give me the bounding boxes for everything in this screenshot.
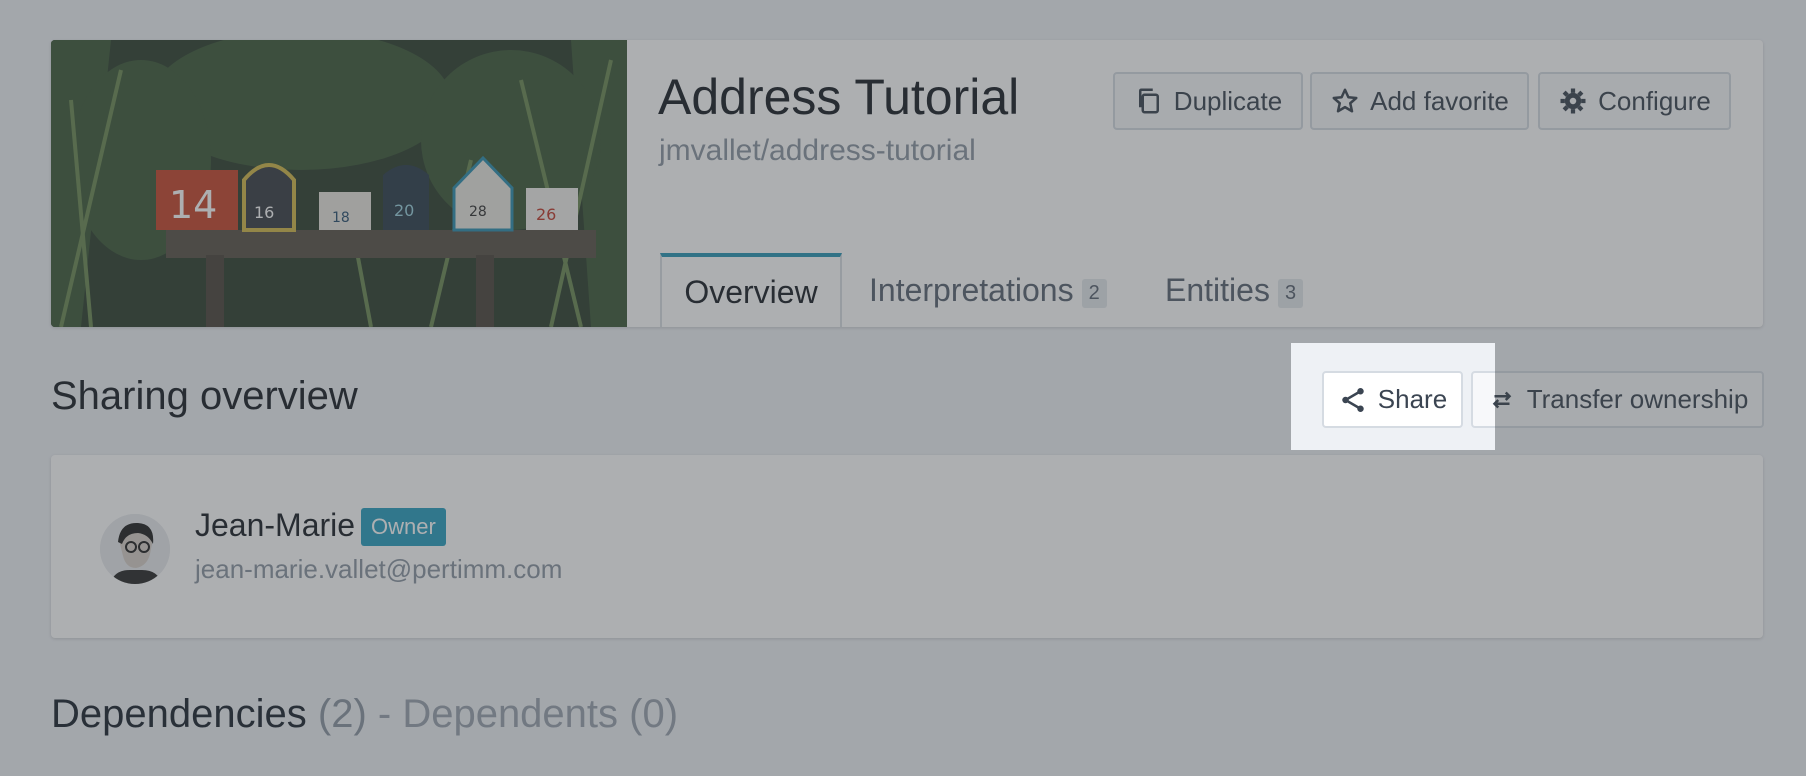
- tab-interpretations-label: Interpretations: [869, 271, 1074, 308]
- copy-icon: [1138, 88, 1159, 114]
- duplicate-label: Duplicate: [1173, 85, 1283, 116]
- tab-entities-label: Entities: [1165, 271, 1270, 308]
- mailbox-number: 20: [394, 201, 414, 220]
- tab-overview-label: Overview: [684, 273, 818, 310]
- dependents-label: Dependents: [402, 692, 619, 736]
- mailboxes-illustration: 14 16 18 20 28 26: [51, 40, 627, 327]
- user-email: jean-marie.vallet@pertimm.com: [195, 554, 563, 584]
- add-favorite-button[interactable]: Add favorite: [1310, 72, 1529, 130]
- dependencies-heading: Dependencies (2) - Dependents (0): [51, 692, 678, 737]
- mailbox-number: 28: [469, 204, 487, 220]
- dependents-count: (0): [629, 692, 679, 736]
- share-button[interactable]: Share: [1322, 371, 1463, 428]
- agent-header-card: 14 16 18 20 28 26 Address Tutorial jmval…: [51, 40, 1763, 327]
- dependencies-separator: -: [366, 692, 403, 736]
- mailbox-number: 26: [536, 205, 556, 224]
- user-name: Jean-Marie: [195, 507, 356, 543]
- mailbox-number: 16: [254, 203, 274, 222]
- agent-slug: jmvallet/address-tutorial: [659, 134, 976, 167]
- tab-entities[interactable]: Entities 3: [1165, 253, 1304, 327]
- tab-overview[interactable]: Overview: [660, 253, 842, 327]
- avatar: [100, 514, 170, 584]
- configure-button[interactable]: Configure: [1538, 72, 1731, 130]
- dependencies-tab[interactable]: Dependencies (2): [51, 692, 367, 736]
- dependencies-count: (2): [317, 692, 367, 736]
- dependencies-label: Dependencies: [51, 692, 307, 736]
- transfer-ownership-button[interactable]: Transfer ownership: [1471, 371, 1764, 428]
- share-icon: [1342, 387, 1364, 412]
- share-label: Share: [1377, 384, 1448, 414]
- configure-label: Configure: [1598, 85, 1711, 116]
- transfer-arrows-icon: [1492, 391, 1511, 408]
- tab-interpretations[interactable]: Interpretations 2: [869, 253, 1107, 327]
- cover-image-mailboxes: 14 16 18 20 28 26: [51, 40, 627, 327]
- entities-count-badge: 3: [1277, 278, 1304, 308]
- interpretations-count-badge: 2: [1081, 278, 1107, 308]
- agent-title: Address Tutorial: [658, 69, 1020, 125]
- user-portrait: [100, 514, 170, 584]
- sharing-card: Jean-Marie Owner jean-marie.vallet@perti…: [51, 455, 1763, 638]
- duplicate-button[interactable]: Duplicate: [1113, 72, 1303, 130]
- dependents-tab[interactable]: Dependents (0): [402, 692, 678, 736]
- mailbox-number: 18: [332, 210, 350, 226]
- mailbox-number: 14: [169, 183, 217, 227]
- gear-icon: [1560, 88, 1586, 114]
- add-favorite-label: Add favorite: [1370, 85, 1509, 116]
- star-icon: [1332, 88, 1358, 113]
- owner-badge: Owner: [361, 508, 446, 546]
- sharing-overview-title: Sharing overview: [51, 374, 358, 418]
- transfer-ownership-label: Transfer ownership: [1526, 384, 1749, 414]
